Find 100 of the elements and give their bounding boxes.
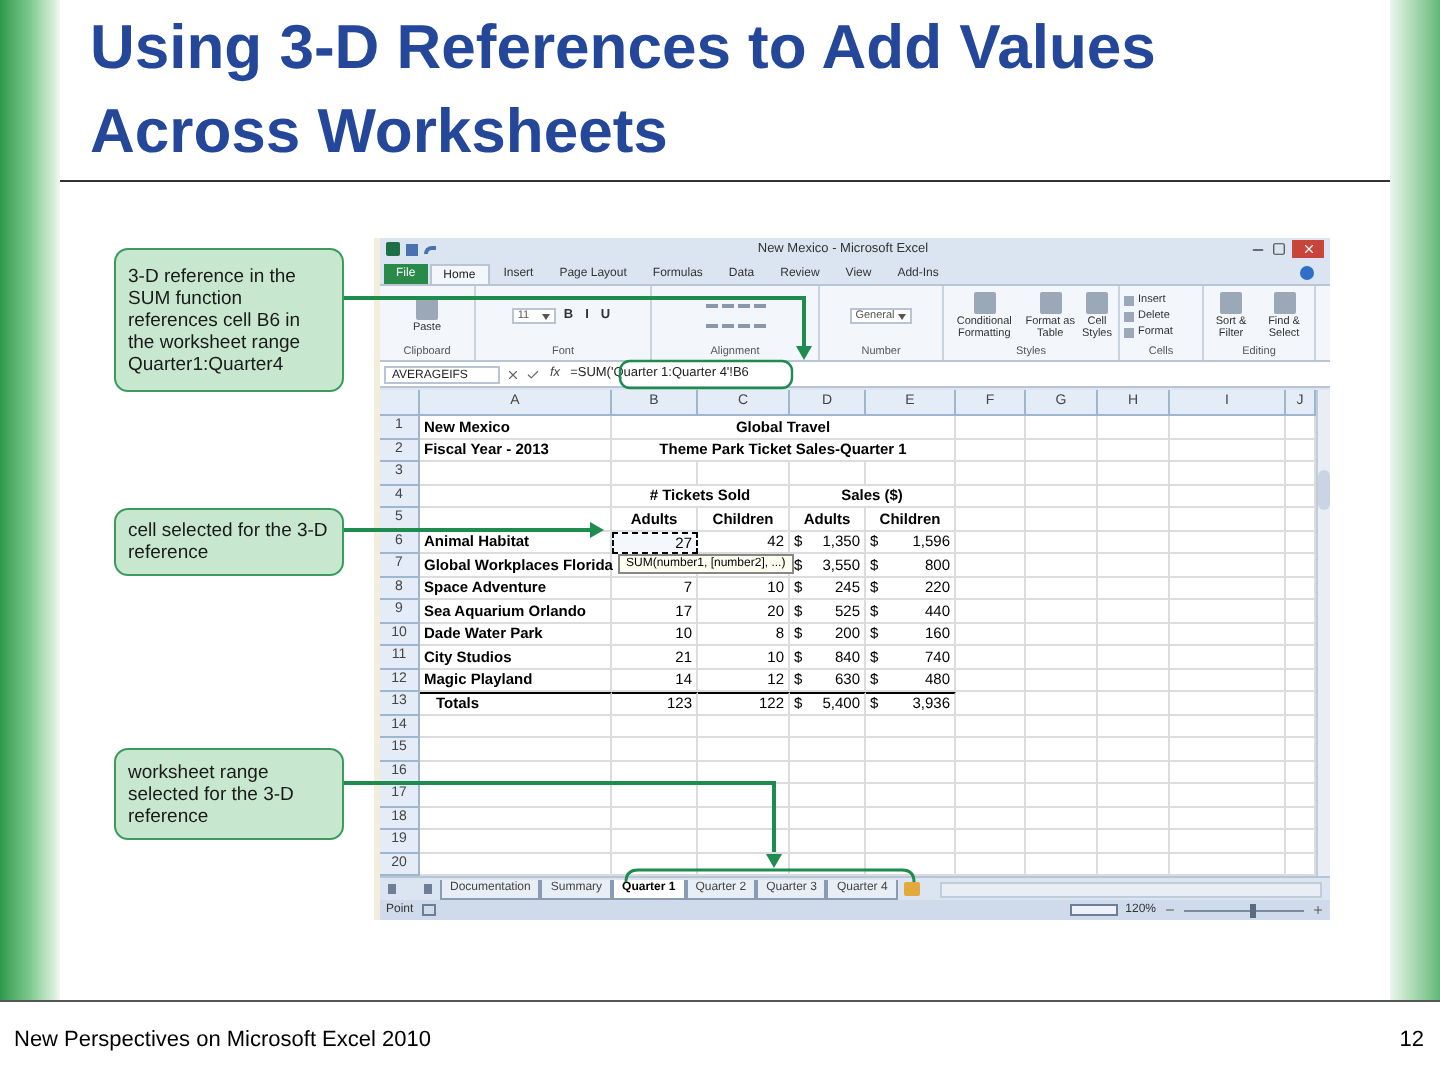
empty-cell (790, 784, 866, 807)
empty-cell (1170, 738, 1286, 761)
close-button[interactable] (1292, 240, 1324, 258)
empty-cell (1170, 531, 1286, 554)
empty-cell (1098, 715, 1170, 738)
empty-cell (866, 462, 956, 485)
empty-cell (1098, 508, 1170, 531)
empty-cell (698, 738, 790, 761)
zoom-out-icon[interactable] (1164, 904, 1176, 916)
empty-cell (1026, 508, 1098, 531)
empty-cell (1098, 623, 1170, 646)
tool-icon (415, 298, 438, 320)
empty-cell (1026, 439, 1098, 462)
empty-cell (1098, 692, 1170, 715)
close-icon (1301, 242, 1315, 256)
empty-cell (1098, 669, 1170, 692)
empty-cell (1098, 485, 1170, 508)
empty-cell (698, 715, 790, 738)
empty-cell (1026, 830, 1098, 853)
empty-cell (956, 715, 1026, 738)
zoom-slider-thumb[interactable] (1250, 903, 1256, 917)
footer-text: New Perspectives on Microsoft Excel 2010 (14, 1026, 431, 1057)
empty-cell (1026, 646, 1098, 669)
horizontal-scrollbar[interactable] (939, 881, 1322, 897)
empty-cell (956, 623, 1026, 646)
empty-cell (1170, 462, 1286, 485)
empty-cell (956, 554, 1026, 577)
empty-cell (1098, 439, 1170, 462)
undo-icon[interactable] (424, 245, 436, 253)
empty-cell (1170, 784, 1286, 807)
empty-cell (956, 531, 1026, 554)
empty-cell (1026, 462, 1098, 485)
empty-cell (1170, 439, 1286, 462)
empty-cell (1026, 577, 1098, 600)
empty-cell (866, 784, 956, 807)
empty-cell (790, 761, 866, 784)
empty-cell (956, 439, 1026, 462)
empty-cell (866, 738, 956, 761)
empty-cell (1026, 761, 1098, 784)
empty-cell (1170, 600, 1286, 623)
alignment-icon[interactable] (705, 304, 765, 328)
empty-cell (1170, 416, 1286, 439)
cancel-icon[interactable] (506, 367, 520, 381)
empty-cell (698, 462, 790, 485)
tool-icon (973, 292, 996, 314)
empty-cell (1026, 807, 1098, 830)
empty-cell (1026, 784, 1098, 807)
empty-cell (1170, 761, 1286, 784)
tool-icon (1273, 292, 1296, 314)
empty-cell (866, 807, 956, 830)
empty-cell (1026, 738, 1098, 761)
empty-cell (1026, 531, 1098, 554)
tool-icon (1085, 292, 1108, 314)
empty-cell (956, 830, 1026, 853)
scrollbar[interactable] (1316, 390, 1330, 876)
empty-cell (956, 669, 1026, 692)
empty-cell (1170, 623, 1286, 646)
empty-cell (956, 577, 1026, 600)
empty-cell (866, 715, 956, 738)
view-buttons-icon[interactable] (1069, 904, 1118, 916)
maximize-icon[interactable] (1272, 242, 1286, 256)
empty-cell (956, 807, 1026, 830)
empty-cell (1026, 715, 1098, 738)
empty-cell (956, 508, 1026, 531)
empty-cell (1026, 416, 1098, 439)
caret-icon (541, 313, 550, 319)
macro-record-icon[interactable] (421, 904, 436, 916)
empty-cell (790, 807, 866, 830)
empty-cell (956, 692, 1026, 715)
empty-cell (956, 416, 1026, 439)
empty-cell (790, 738, 866, 761)
empty-cell (1098, 830, 1170, 853)
zoom-in-icon[interactable] (1312, 904, 1324, 916)
empty-cell (790, 715, 866, 738)
empty-cell (866, 761, 956, 784)
empty-cell (1098, 807, 1170, 830)
empty-cell (1098, 416, 1170, 439)
slide-title: Using 3-D References to Add Values Across Worksheets (90, 10, 1158, 170)
empty-cell (1170, 715, 1286, 738)
empty-cell (1170, 646, 1286, 669)
empty-cell (956, 600, 1026, 623)
callout: cell selected for the 3-D reference (114, 508, 344, 576)
empty-cell (698, 784, 790, 807)
empty-cell (698, 830, 790, 853)
empty-cell (790, 830, 866, 853)
empty-cell (1026, 485, 1098, 508)
enter-icon[interactable] (526, 367, 540, 381)
empty-cell (1098, 531, 1170, 554)
tool-icon (1220, 292, 1243, 314)
empty-cell (1170, 807, 1286, 830)
empty-cell (1170, 577, 1286, 600)
save-icon[interactable] (406, 243, 418, 255)
page-number: 12 (1399, 1026, 1424, 1057)
empty-cell (1026, 692, 1098, 715)
empty-cell (956, 646, 1026, 669)
help-icon[interactable] (1300, 266, 1314, 280)
empty-cell (956, 738, 1026, 761)
empty-cell (1026, 554, 1098, 577)
empty-cell (956, 784, 1026, 807)
empty-cell (956, 462, 1026, 485)
